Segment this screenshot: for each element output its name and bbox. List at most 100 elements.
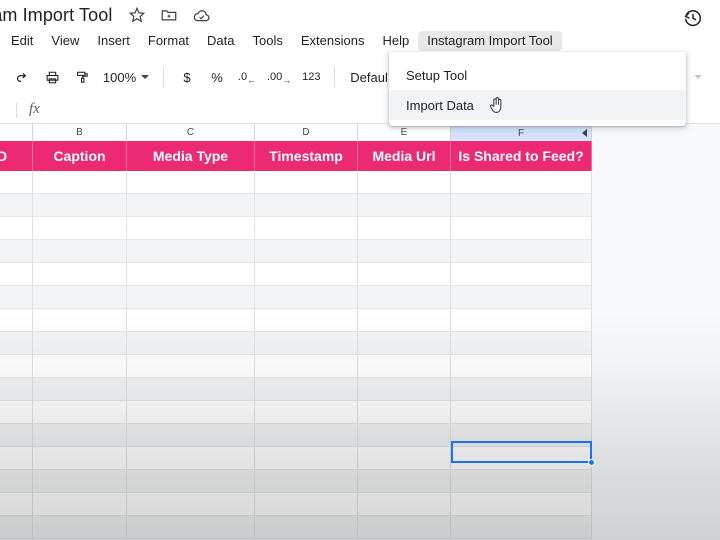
sheet-cell[interactable] <box>0 516 33 539</box>
menu-item-format[interactable]: Format <box>139 31 198 51</box>
sheet-cell[interactable] <box>127 378 255 401</box>
merge-options-chevron-icon[interactable] <box>684 63 712 91</box>
sheet-cell[interactable] <box>33 424 127 447</box>
sheet-cell[interactable] <box>33 378 127 401</box>
header-cell-d[interactable]: Timestamp <box>255 141 358 171</box>
sheet-cell[interactable] <box>33 447 127 470</box>
format-currency-button[interactable]: $ <box>173 63 201 91</box>
sheet-cell[interactable] <box>451 332 592 355</box>
column-header-a[interactable] <box>0 124 33 141</box>
sheet-cell[interactable] <box>255 332 358 355</box>
move-to-folder-icon[interactable] <box>160 6 178 24</box>
header-cell-c[interactable]: Media Type <box>127 141 255 171</box>
spreadsheet-grid[interactable]: B C D E F D Caption Media Type Timestamp… <box>0 124 720 540</box>
menu-item-edit[interactable]: Edit <box>2 31 42 51</box>
sheet-cell[interactable] <box>33 401 127 424</box>
sheet-cell[interactable] <box>255 217 358 240</box>
column-menu-arrow-icon[interactable] <box>582 129 587 137</box>
menu-item-data[interactable]: Data <box>198 31 243 51</box>
menu-item-instagram-import-tool[interactable]: Instagram Import Tool <box>418 31 561 51</box>
menu-item-tools[interactable]: Tools <box>244 31 292 51</box>
sheet-cell[interactable] <box>255 447 358 470</box>
column-header-b[interactable]: B <box>33 124 127 141</box>
sheet-cell[interactable] <box>451 263 592 286</box>
sheet-cell[interactable] <box>127 309 255 332</box>
star-icon[interactable] <box>128 6 146 24</box>
menu-item-view[interactable]: View <box>42 31 88 51</box>
column-header-d[interactable]: D <box>255 124 358 141</box>
column-header-c[interactable]: C <box>127 124 255 141</box>
sheet-cell[interactable] <box>255 378 358 401</box>
version-history-icon[interactable] <box>680 5 706 31</box>
sheet-cell[interactable] <box>451 240 592 263</box>
sheet-cell[interactable] <box>255 171 358 194</box>
menu-item-insert[interactable]: Insert <box>88 31 139 51</box>
sheet-cell[interactable] <box>451 309 592 332</box>
sheet-cell[interactable] <box>0 194 33 217</box>
sheet-cell[interactable] <box>127 401 255 424</box>
menu-option-import-data[interactable]: Import Data <box>389 90 686 120</box>
sheet-cell[interactable] <box>33 286 127 309</box>
sheet-cell[interactable] <box>33 516 127 539</box>
sheet-cell[interactable] <box>451 516 592 539</box>
sheet-cell[interactable] <box>358 378 451 401</box>
menu-item-help[interactable]: Help <box>373 31 418 51</box>
sheet-cell[interactable] <box>451 217 592 240</box>
sheet-cell[interactable] <box>0 171 33 194</box>
more-formats-button[interactable]: 123 <box>297 63 325 91</box>
sheet-cell[interactable] <box>127 286 255 309</box>
sheet-cell[interactable] <box>127 355 255 378</box>
sheet-cell[interactable] <box>358 263 451 286</box>
header-cell-b[interactable]: Caption <box>33 141 127 171</box>
sheet-cell[interactable] <box>255 263 358 286</box>
print-icon[interactable] <box>38 63 66 91</box>
redo-icon[interactable] <box>8 63 36 91</box>
sheet-cell[interactable] <box>33 332 127 355</box>
sheet-cell[interactable] <box>0 470 33 493</box>
sheet-cell[interactable] <box>33 355 127 378</box>
sheet-cell[interactable] <box>358 194 451 217</box>
sheet-cell[interactable] <box>0 263 33 286</box>
sheet-cell[interactable] <box>127 194 255 217</box>
increase-decimal-button[interactable]: .00 → <box>263 63 295 91</box>
sheet-cell[interactable] <box>451 401 592 424</box>
sheet-cell[interactable] <box>451 378 592 401</box>
sheet-cell[interactable] <box>0 240 33 263</box>
sheet-cell[interactable] <box>451 286 592 309</box>
sheet-cell[interactable] <box>451 470 592 493</box>
sheet-cell[interactable] <box>127 447 255 470</box>
sheet-cell[interactable] <box>0 332 33 355</box>
sheet-cell[interactable] <box>0 355 33 378</box>
fill-handle[interactable] <box>588 459 595 466</box>
sheet-cell[interactable] <box>358 332 451 355</box>
sheet-cell[interactable] <box>451 171 592 194</box>
sheet-cell[interactable] <box>255 194 358 217</box>
selected-cell[interactable] <box>451 441 592 463</box>
menu-item-extensions[interactable]: Extensions <box>292 31 374 51</box>
sheet-cell[interactable] <box>358 470 451 493</box>
sheet-cell[interactable] <box>255 493 358 516</box>
sheet-cell[interactable] <box>255 401 358 424</box>
sheet-cell[interactable] <box>127 217 255 240</box>
sheet-cell[interactable] <box>33 194 127 217</box>
sheet-cell[interactable] <box>0 424 33 447</box>
sheet-cell[interactable] <box>127 171 255 194</box>
zoom-level-selector[interactable]: 100% <box>98 63 154 91</box>
sheet-cell[interactable] <box>127 263 255 286</box>
name-box[interactable] <box>0 101 10 119</box>
sheet-cell[interactable] <box>358 447 451 470</box>
sheet-cell[interactable] <box>0 217 33 240</box>
format-percent-button[interactable]: % <box>203 63 231 91</box>
sheet-cell[interactable] <box>255 309 358 332</box>
sheet-cell[interactable] <box>451 355 592 378</box>
menu-option-setup-tool[interactable]: Setup Tool <box>389 60 686 90</box>
sheet-cell[interactable] <box>255 286 358 309</box>
sheet-cell[interactable] <box>358 424 451 447</box>
sheet-cell[interactable] <box>0 401 33 424</box>
sheet-cell[interactable] <box>0 286 33 309</box>
sheet-cell[interactable] <box>33 263 127 286</box>
sheet-cell[interactable] <box>0 447 33 470</box>
sheet-cell[interactable] <box>127 470 255 493</box>
sheet-cell[interactable] <box>451 493 592 516</box>
header-cell-a[interactable]: D <box>0 141 33 171</box>
